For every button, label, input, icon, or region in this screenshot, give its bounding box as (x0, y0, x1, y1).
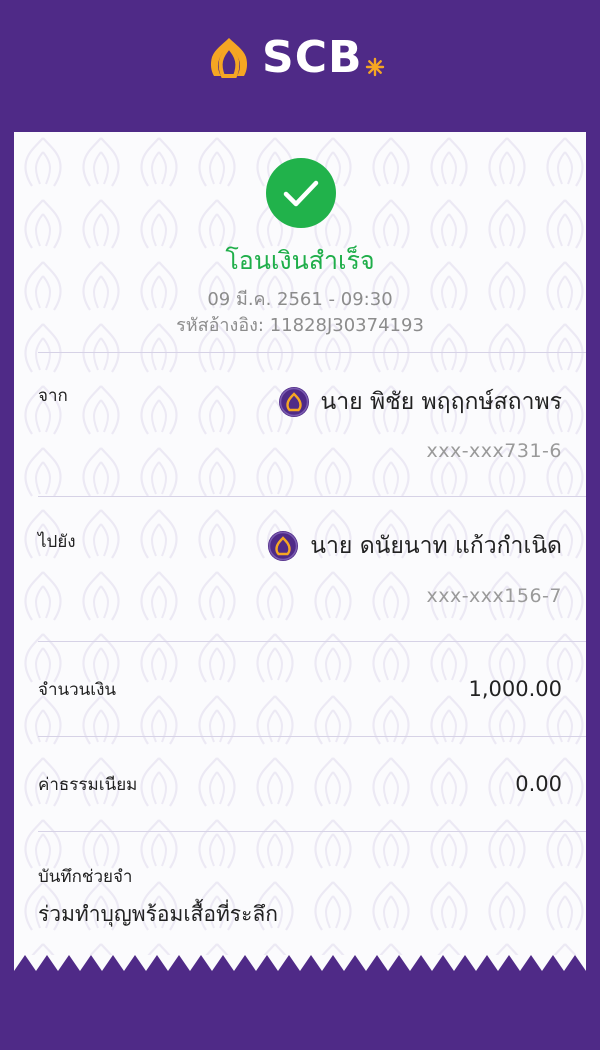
success-badge (266, 158, 336, 228)
star-icon (365, 57, 384, 77)
transfer-slip: โอนเงินสำเร็จ 09 มี.ค. 2561 - 09:30 รหัส… (14, 132, 586, 982)
from-account-name: นาย พิชัย พฤฤกษ์สถาพร (320, 389, 562, 415)
transaction-date: 09 มี.ค. 2561 - 09:30 (207, 289, 393, 310)
header-bar: SCB (0, 0, 600, 132)
from-label: จาก (38, 386, 68, 406)
divider (38, 496, 586, 497)
check-icon (283, 180, 319, 207)
amount-label: จำนวนเงิน (38, 680, 117, 700)
divider (38, 736, 586, 737)
fee-value: 0.00 (515, 772, 562, 796)
to-party: นาย ดนัยนาท แก้วกำเนิด (268, 530, 562, 562)
receipt-torn-edge (0, 955, 600, 985)
to-account-name: นาย ดนัยนาท แก้วกำเนิด (310, 533, 562, 559)
scb-bank-icon (268, 531, 299, 561)
divider (38, 831, 586, 832)
brand-name: SCB (262, 32, 363, 83)
memo-label: บันทึกช่วยจำ (38, 867, 133, 887)
fee-label: ค่าธรรมเนียม (38, 775, 138, 795)
scb-bank-icon (278, 387, 309, 417)
divider (38, 352, 586, 353)
amount-value: 1,000.00 (468, 677, 562, 701)
to-account-number: xxx-xxx156-7 (426, 585, 562, 607)
scb-logo: SCB (206, 34, 385, 82)
scb-temple-logo-icon (210, 38, 248, 78)
to-label: ไปยัง (38, 532, 76, 552)
status-title: โอนเงินสำเร็จ (225, 246, 375, 275)
divider (38, 641, 586, 642)
from-party: นาย พิชัย พฤฤกษ์สถาพร (278, 386, 562, 418)
reference-number: รหัสอ้างอิง: 11828J30374193 (176, 315, 424, 336)
memo-text: ร่วมทำบุญพร้อมเสื้อที่ระลึก (38, 902, 278, 926)
from-account-number: xxx-xxx731-6 (426, 440, 562, 462)
